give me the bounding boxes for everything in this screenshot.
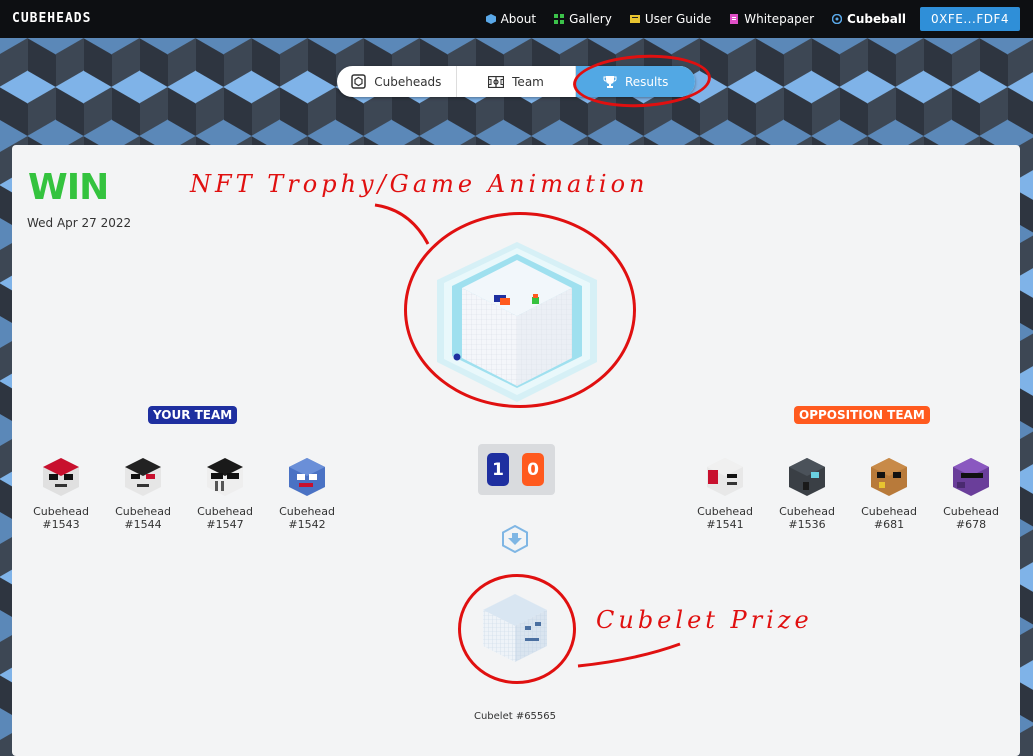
nav-cubeball[interactable]: Cubeball xyxy=(832,12,906,26)
cubehead-avatar xyxy=(871,458,907,496)
cubehead-avatar xyxy=(43,458,79,496)
wallet-button[interactable]: 0XFE...FDF4 xyxy=(920,7,1020,31)
annotation-prize-pointer xyxy=(577,642,681,668)
field-icon xyxy=(488,75,505,88)
away-score: 0 xyxy=(522,453,544,486)
document-icon xyxy=(730,14,739,24)
cubeheads-logo[interactable]: CUBEHEADS xyxy=(12,11,91,26)
nav-gallery[interactable]: Gallery xyxy=(554,12,612,26)
your-team-player[interactable]: Cubehead #1547 xyxy=(190,456,260,531)
opposition-team-player[interactable]: Cubehead #681 xyxy=(854,456,924,531)
your-team-badge: YOUR TEAM xyxy=(148,406,238,424)
your-team-player[interactable]: Cubehead #1542 xyxy=(272,456,342,531)
annotation-trophy-pointer xyxy=(374,203,430,245)
your-team-player[interactable]: Cubehead #1544 xyxy=(108,456,178,531)
tab-cubeheads[interactable]: Cubeheads xyxy=(337,66,457,97)
opposition-team-player[interactable]: Cubehead #1536 xyxy=(772,456,842,531)
tab-team[interactable]: Team xyxy=(457,66,577,97)
cubelet-label: Cubelet #65565 xyxy=(473,711,557,722)
nav-menu: About Gallery User Guide Whitepaper Cube… xyxy=(468,0,1033,38)
ball-icon xyxy=(832,14,843,24)
cubehead-avatar xyxy=(289,458,325,496)
cubehead-avatar xyxy=(789,458,825,496)
nav-about[interactable]: About xyxy=(485,12,536,26)
opposition-team-badge: OPPOSITION TEAM xyxy=(794,406,930,424)
nav-whitepaper[interactable]: Whitepaper xyxy=(729,12,814,26)
match-outcome: WIN xyxy=(28,167,109,208)
scoreboard: 1 0 xyxy=(478,444,555,495)
book-icon xyxy=(629,15,640,23)
cubehead-avatar xyxy=(207,458,243,496)
arrow-down-icon xyxy=(502,525,528,553)
annotation-prize-text: Cubelet Prize xyxy=(596,606,813,634)
cubehead-avatar xyxy=(125,458,161,496)
nft-trophy-cube[interactable] xyxy=(432,240,602,405)
match-date: Wed Apr 27 2022 xyxy=(27,216,132,230)
nav-user-guide[interactable]: User Guide xyxy=(629,12,711,26)
grid-icon xyxy=(554,14,565,24)
top-navigation-bar: CUBEHEADS About Gallery User Guide White… xyxy=(0,0,1033,38)
cube-icon xyxy=(485,14,496,24)
cubehead-avatar xyxy=(707,458,743,496)
cube-outline-icon xyxy=(351,74,366,89)
opposition-team-player[interactable]: Cubehead #678 xyxy=(936,456,1006,531)
annotation-trophy-text: NFT Trophy/Game Animation xyxy=(190,170,649,198)
cubehead-avatar xyxy=(953,458,989,496)
opposition-team-player[interactable]: Cubehead #1541 xyxy=(690,456,760,531)
your-team-player[interactable]: Cubehead #1543 xyxy=(26,456,96,531)
cubelet-prize[interactable] xyxy=(481,592,549,664)
home-score: 1 xyxy=(487,453,509,486)
